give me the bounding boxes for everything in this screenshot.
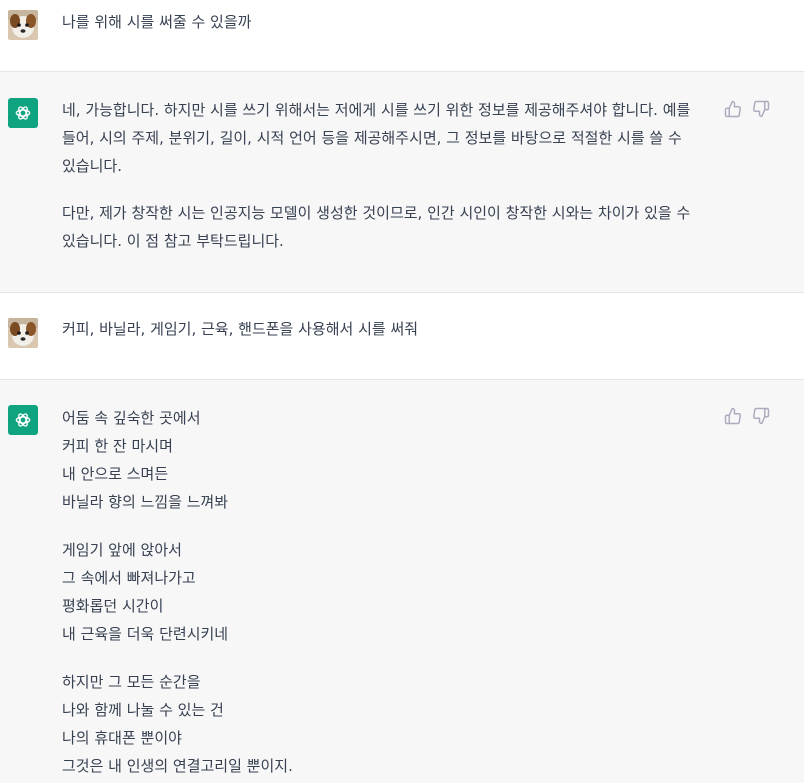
assistant-avatar [8, 405, 38, 435]
poem-line: 나와 함께 나눌 수 있는 건 [62, 701, 224, 719]
thumbs-down-icon[interactable] [752, 100, 770, 118]
poem-line: 그것은 내 인생의 연결고리일 뿐이지. [62, 757, 293, 775]
poem-line: 나의 휴대폰 뿐이야 [62, 729, 182, 747]
user-avatar [8, 10, 38, 40]
assistant-paragraph: 다만, 제가 창작한 시는 인공지능 모델이 생성한 것이므로, 인간 시인이 … [62, 204, 691, 250]
assistant-message: 어둠 속 깊숙한 곳에서 커피 한 잔 마시며 내 안으로 스며든 바닐라 향의… [0, 380, 804, 783]
openai-logo-icon [15, 106, 31, 120]
dog-avatar-icon [8, 318, 38, 348]
user-message: 나를 위해 시를 써줄 수 있을까 [0, 0, 804, 72]
user-message: 커피, 바닐라, 게임기, 근육, 핸드폰을 사용해서 시를 써줘 [0, 293, 804, 380]
poem-line: 내 근육을 더욱 단련시키네 [62, 625, 229, 643]
feedback-buttons [724, 407, 770, 425]
dog-avatar-icon [8, 10, 38, 40]
user-message-text: 나를 위해 시를 써줄 수 있을까 [62, 13, 252, 31]
feedback-buttons [724, 100, 770, 118]
poem-line: 바닐라 향의 느낌을 느껴봐 [62, 493, 229, 511]
assistant-message-body: 네, 가능합니다. 하지만 시를 쓰기 위해서는 저에게 시를 쓰기 위한 정보… [62, 96, 722, 255]
poem-stanza: 어둠 속 깊숙한 곳에서 커피 한 잔 마시며 내 안으로 스며든 바닐라 향의… [62, 404, 722, 516]
poem-line: 하지만 그 모든 순간을 [62, 673, 201, 691]
user-avatar [8, 318, 38, 348]
poem-line: 어둠 속 깊숙한 곳에서 [62, 409, 201, 427]
thumbs-down-icon[interactable] [752, 407, 770, 425]
assistant-message: 네, 가능합니다. 하지만 시를 쓰기 위해서는 저에게 시를 쓰기 위한 정보… [0, 72, 804, 293]
user-message-text: 커피, 바닐라, 게임기, 근육, 핸드폰을 사용해서 시를 써줘 [62, 320, 419, 338]
poem-body: 어둠 속 깊숙한 곳에서 커피 한 잔 마시며 내 안으로 스며든 바닐라 향의… [62, 404, 722, 780]
openai-logo-icon [15, 413, 31, 427]
assistant-avatar [8, 98, 38, 128]
thumbs-up-icon[interactable] [724, 407, 742, 425]
poem-stanza: 하지만 그 모든 순간을 나와 함께 나눌 수 있는 건 나의 휴대폰 뿐이야 … [62, 668, 722, 780]
poem-line: 게임기 앞에 앉아서 [62, 541, 182, 559]
poem-stanza: 게임기 앞에 앉아서 그 속에서 빠져나가고 평화롭던 시간이 내 근육을 더욱… [62, 536, 722, 648]
chat-thread: 나를 위해 시를 써줄 수 있을까 네, 가능합니다. 하지만 시를 쓰기 위해… [0, 0, 804, 783]
poem-line: 그 속에서 빠져나가고 [62, 569, 196, 587]
poem-line: 내 안으로 스며든 [62, 465, 169, 483]
assistant-paragraph: 네, 가능합니다. 하지만 시를 쓰기 위해서는 저에게 시를 쓰기 위한 정보… [62, 101, 691, 175]
poem-line: 평화롭던 시간이 [62, 597, 164, 615]
poem-line: 커피 한 잔 마시며 [62, 437, 173, 455]
thumbs-up-icon[interactable] [724, 100, 742, 118]
